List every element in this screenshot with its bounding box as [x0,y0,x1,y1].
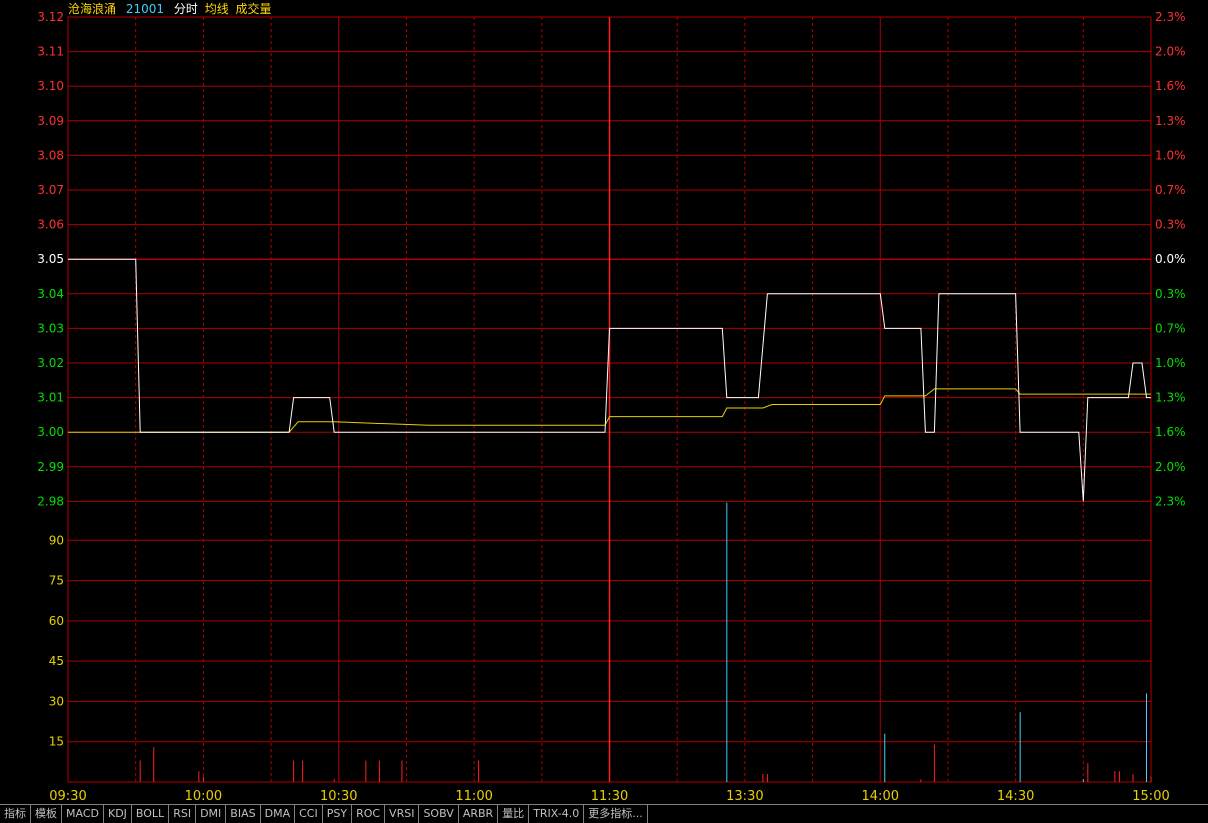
pct-tick-label: 2.0% [1155,45,1186,59]
pct-tick-label: 1.0% [1155,356,1186,370]
time-axis-label: 10:00 [185,789,222,804]
indicator-tab[interactable]: RSI [169,805,197,823]
indicator-tab[interactable]: DMA [261,805,296,823]
price-tick-label: 3.04 [37,287,64,301]
indicator-tab[interactable]: KDJ [104,805,132,823]
time-axis-label: 11:00 [455,789,492,804]
time-axis-label: 14:30 [997,789,1034,804]
indicator-tab[interactable]: MACD [62,805,104,823]
price-tick-label: 3.05 [37,252,64,266]
indicator-tab[interactable]: 模板 [31,805,62,823]
volume-tick-label: 90 [49,533,64,547]
pct-tick-label: 1.0% [1155,148,1186,162]
indicator-tab[interactable]: SOBV [419,805,459,823]
price-tick-label: 3.07 [37,183,64,197]
price-tick-label: 3.10 [37,79,64,93]
price-tick-label: 3.11 [37,45,64,59]
indicator-tab[interactable]: BOLL [132,805,170,823]
price-tick-label: 3.00 [37,425,64,439]
price-tick-label: 3.08 [37,148,64,162]
price-tick-label: 3.09 [37,114,64,128]
volume-tick-label: 60 [49,614,64,628]
time-axis-label: 13:30 [726,789,763,804]
pct-tick-label: 1.6% [1155,425,1186,439]
indicator-tab[interactable]: VRSI [385,805,420,823]
price-tick-label: 3.12 [37,10,64,24]
price-tick-label: 2.99 [37,460,64,474]
indicator-tab[interactable]: TRIX-4.0 [529,805,585,823]
indicator-tab[interactable]: 更多指标... [584,805,648,823]
intraday-chart[interactable]: 3.12 2.3% 3.11 2.0% 3.10 1.6% 3.09 1.3% 3.08 1.0%… [0,0,1208,804]
price-tick-label: 3.01 [37,391,64,405]
time-axis-label: 15:00 [1132,789,1169,804]
indicator-tab[interactable]: PSY [323,805,353,823]
volume-tick-label: 30 [49,694,64,708]
pct-tick-label: 1.3% [1155,114,1186,128]
pct-tick-label: 1.6% [1155,79,1186,93]
pct-tick-label: 0.7% [1155,321,1186,335]
volume-tick-label: 75 [49,574,64,588]
volume-tick-label: 45 [49,654,64,668]
time-axis-label: 11:30 [591,789,628,804]
indicator-tab[interactable]: ROC [352,805,386,823]
price-tick-label: 3.02 [37,356,64,370]
indicator-tab-bar: 指标 模板 MACD KDJ BOLL RSI DMI BIAS DMA CCI PSY ROC VRS… [0,804,1208,823]
pct-tick-label: 0.3% [1155,287,1186,301]
price-tick-label: 2.98 [37,494,64,508]
time-axis-label: 10:30 [320,789,357,804]
indicator-tab[interactable]: CCI [295,805,323,823]
pct-tick-label: 0.7% [1155,183,1186,197]
pct-tick-label: 0.3% [1155,218,1186,232]
volume-tick-label: 15 [49,735,64,749]
indicator-tab[interactable]: 指标 [0,805,31,823]
time-axis-label: 09:30 [49,789,86,804]
pct-tick-label: 2.3% [1155,10,1186,24]
price-tick-label: 3.06 [37,218,64,232]
pct-tick-label: 2.3% [1155,494,1186,508]
pct-tick-label: 2.0% [1155,460,1186,474]
pct-tick-label: 0.0% [1155,252,1186,266]
indicator-tab[interactable]: DMI [196,805,227,823]
time-axis-label: 14:00 [862,789,899,804]
indicator-tab[interactable]: 量比 [498,805,530,823]
indicator-tab[interactable]: BIAS [226,805,261,823]
pct-tick-label: 1.3% [1155,391,1186,405]
indicator-tab[interactable]: ARBR [459,805,499,823]
price-tick-label: 3.03 [37,321,64,335]
